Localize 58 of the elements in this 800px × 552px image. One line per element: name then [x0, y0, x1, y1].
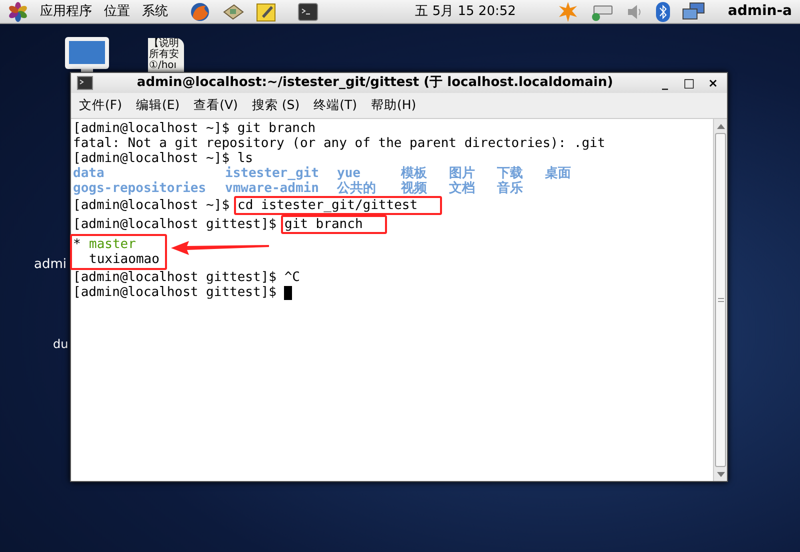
terminal-line: [admin@localhost ~]$ ls: [73, 151, 254, 166]
directory-name: 模板: [401, 166, 427, 181]
command-text: git branch: [284, 217, 363, 232]
terminal-icon: [77, 76, 93, 90]
terminal-line: [admin@localhost gittest]$ ^C: [73, 270, 300, 285]
bluetooth-icon[interactable]: [656, 2, 670, 22]
document-thumbnail[interactable]: 【说明 所有安 ①/hoı: [148, 38, 184, 72]
panel-menu[interactable]: 系统: [142, 2, 168, 22]
scroll-down-arrow-icon[interactable]: [716, 472, 724, 476]
directory-name: vmware-admin: [225, 181, 319, 196]
menu-item[interactable]: 编辑(E): [136, 96, 180, 115]
flower-logo-icon[interactable]: [8, 2, 28, 22]
directory-name: 图片: [449, 166, 475, 181]
menu-item[interactable]: 文件(F): [79, 96, 122, 115]
browser-icon[interactable]: [190, 2, 210, 22]
current-branch-marker: *: [73, 237, 81, 252]
panel-menu[interactable]: 应用程序: [40, 2, 92, 22]
directory-name: yue: [337, 166, 360, 181]
branch-name: tuxiaomao: [89, 252, 160, 267]
directory-name: 音乐: [497, 181, 523, 196]
directory-name: gogs-repositories: [73, 181, 206, 196]
cursor: [284, 286, 292, 300]
window-control[interactable]: ×: [705, 74, 721, 92]
directory-name: 公共的: [337, 181, 376, 196]
network-computers-icon[interactable]: [682, 2, 706, 22]
desktop-icon-label[interactable]: du: [53, 335, 68, 353]
terminal-line: fatal: Not a git repository (or any of the parent directories): .git: [73, 136, 606, 151]
window-title: admin@localhost:~/istester_git/gittest (于 localhost.localdomain): [136, 74, 614, 92]
terminal-icon[interactable]: [298, 2, 318, 20]
terminal-line: [admin@localhost ~]$ git branch: [73, 121, 316, 136]
document-preview-text: ①/hoı: [149, 60, 178, 71]
user-name[interactable]: admin-a: [728, 1, 792, 22]
desktop-icon-label[interactable]: admi: [34, 255, 66, 274]
menu-item[interactable]: 帮助(H): [370, 96, 416, 115]
scrollbar[interactable]: [713, 119, 727, 481]
panel-menu[interactable]: 位置: [104, 2, 130, 22]
menu-item[interactable]: 搜索 (S): [252, 96, 300, 115]
clock[interactable]: 五 5月 15 20:52: [415, 2, 516, 22]
branch-name: master: [89, 237, 136, 252]
directory-name: 视频: [401, 181, 427, 196]
document-preview-text: 【说明: [149, 38, 180, 49]
shell-prompt: [admin@localhost gittest]$: [73, 217, 276, 232]
window-control[interactable]: _: [657, 74, 673, 92]
shell-prompt: [admin@localhost ~]$: [73, 198, 230, 213]
directory-name: istester_git: [225, 166, 319, 181]
terminal-line: [admin@localhost gittest]$: [73, 285, 278, 300]
directory-name: 下载: [497, 166, 523, 181]
directory-name: data: [73, 166, 104, 181]
menu-item[interactable]: 终端(T): [314, 96, 357, 115]
note-pencil-icon[interactable]: [256, 2, 276, 22]
menu-item[interactable]: 查看(V): [194, 96, 238, 115]
window-control[interactable]: □: [681, 74, 697, 92]
scrollbar-thumb[interactable]: [715, 133, 726, 467]
directory-name: 文档: [449, 181, 475, 196]
document-preview-text: 所有安: [149, 49, 180, 60]
directory-name: 桌面: [545, 166, 571, 181]
command-text: cd istester_git/gittest: [238, 198, 418, 213]
scroll-up-arrow-icon[interactable]: [716, 124, 724, 128]
